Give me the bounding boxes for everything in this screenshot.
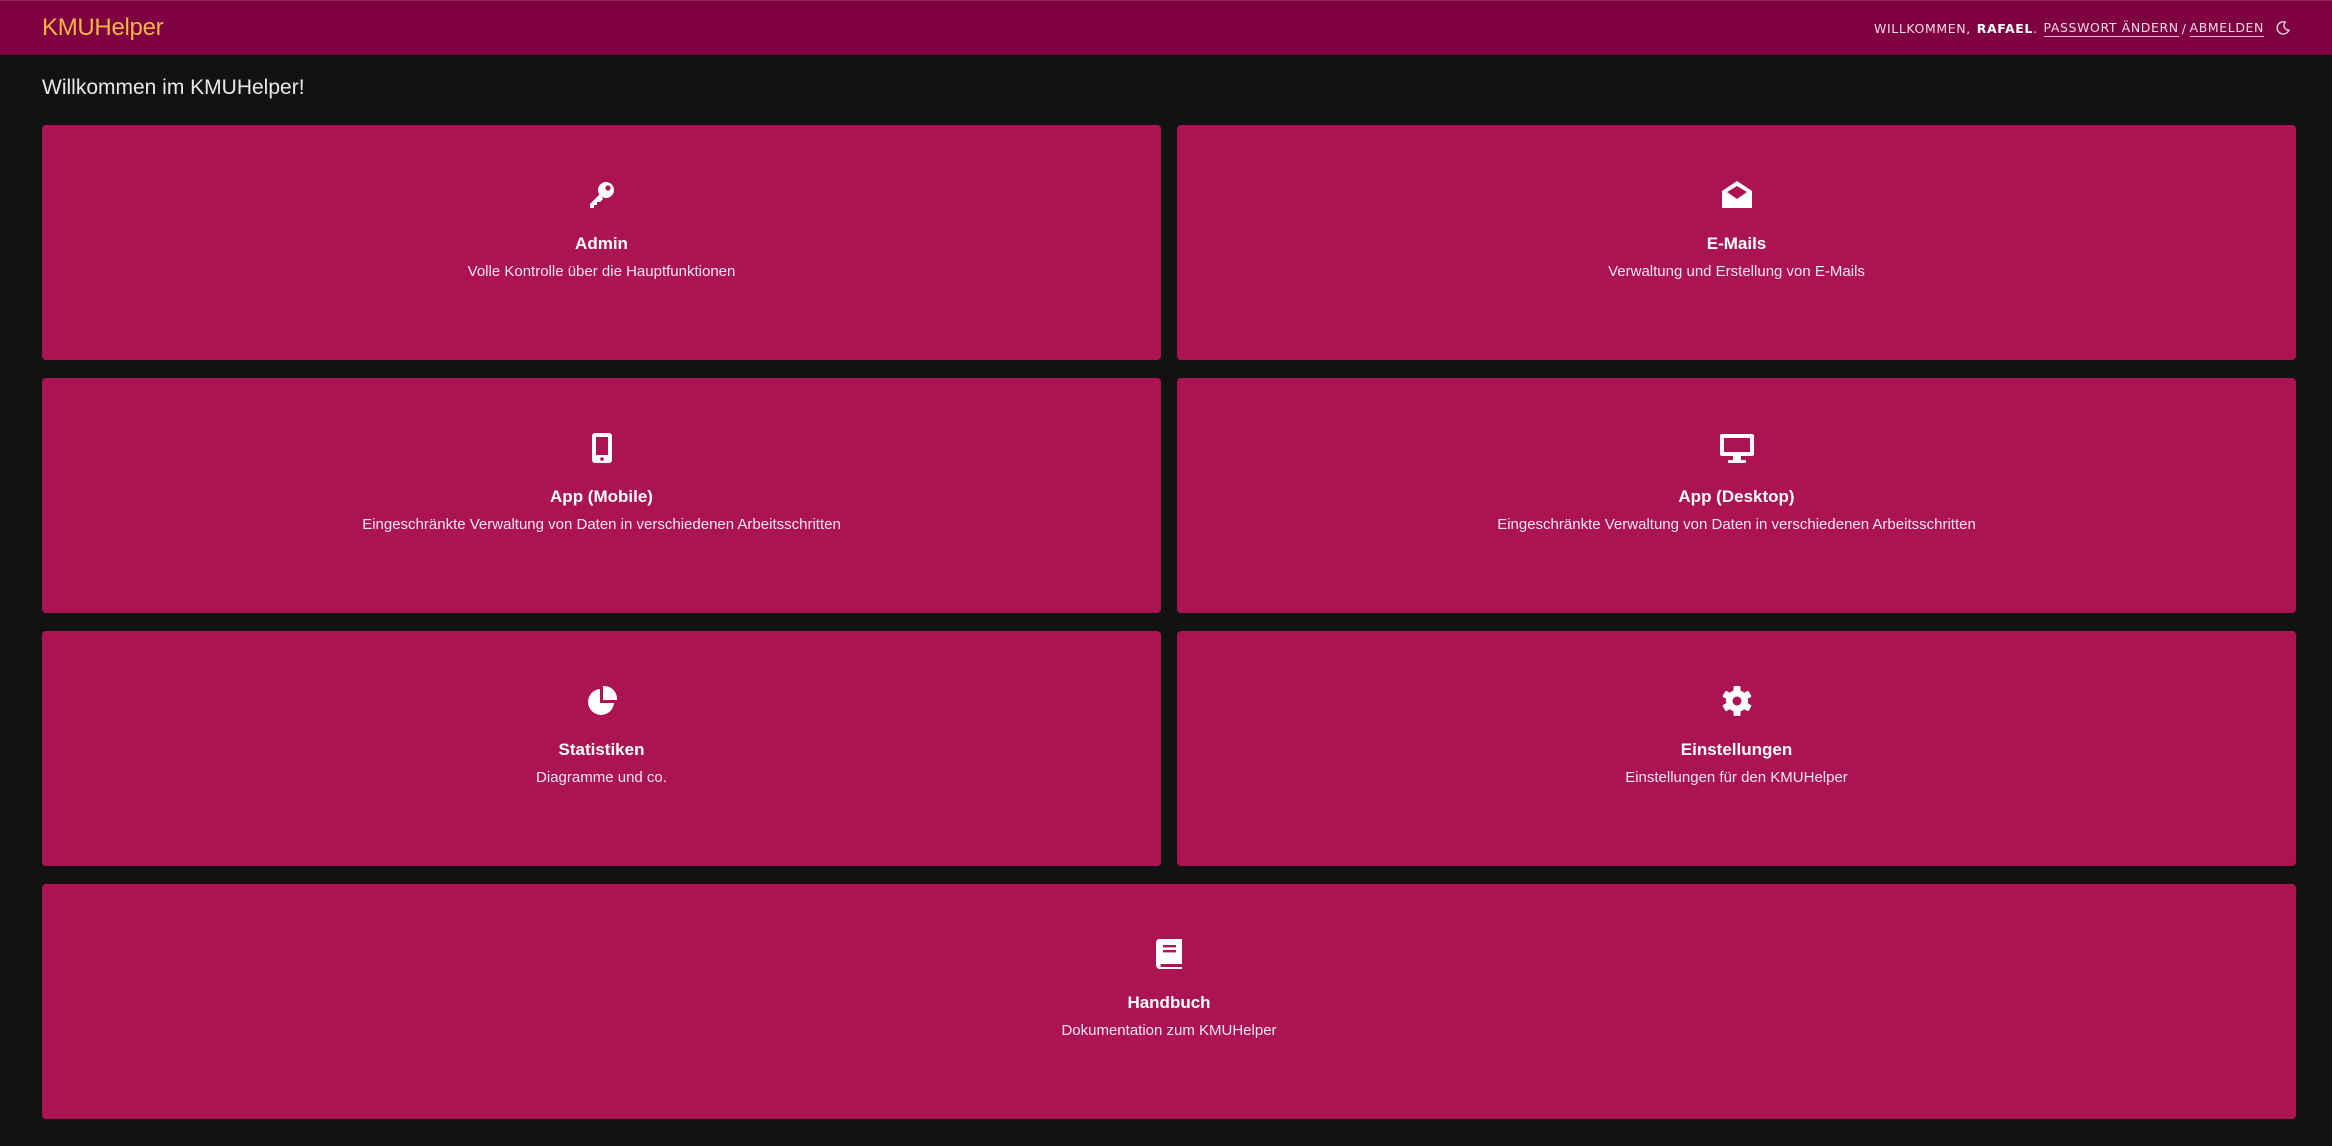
tile-app-desktop[interactable]: App (Desktop) Eingeschränkte Verwaltung … xyxy=(1177,378,2296,613)
username: RAFAEL xyxy=(1976,20,2033,36)
tile-title: Statistiken xyxy=(558,740,645,759)
separator: / xyxy=(2181,20,2187,36)
username-suffix: . xyxy=(2032,20,2038,36)
pie-chart-icon xyxy=(584,683,620,719)
tile-description: Volle Kontrolle über die Hauptfunktionen xyxy=(467,263,736,280)
tile-description: Eingeschränkte Verwaltung von Daten in v… xyxy=(362,516,841,533)
tile-statistiken[interactable]: Statistiken Diagramme und co. xyxy=(42,631,1161,866)
tile-description: Dokumentation zum KMUHelper xyxy=(1061,1022,1277,1039)
tile-description: Eingeschränkte Verwaltung von Daten in v… xyxy=(1497,516,1976,533)
envelope-open-icon xyxy=(1719,177,1755,213)
tile-einstellungen[interactable]: Einstellungen Einstellungen für den KMUH… xyxy=(1177,631,2296,866)
tile-admin[interactable]: Admin Volle Kontrolle über die Hauptfunk… xyxy=(42,125,1161,360)
logout-link[interactable]: ABMELDEN xyxy=(2189,20,2264,37)
tile-description: Diagramme und co. xyxy=(536,769,667,786)
tile-title: App (Desktop) xyxy=(1678,487,1795,506)
tile-description: Einstellungen für den KMUHelper xyxy=(1625,769,1848,786)
tile-title: Admin xyxy=(575,234,628,253)
gear-icon xyxy=(1719,683,1755,719)
user-tools: WILLKOMMEN, RAFAEL . PASSWORT ÄNDERN / A… xyxy=(1874,20,2290,37)
brand-link[interactable]: KMUHelper xyxy=(42,14,164,42)
book-icon xyxy=(1151,936,1187,972)
page-title: Willkommen im KMUHelper! xyxy=(42,76,305,99)
tile-app-mobile[interactable]: App (Mobile) Eingeschränkte Verwaltung v… xyxy=(42,378,1161,613)
desktop-icon xyxy=(1719,430,1755,466)
top-bar: KMUHelper WILLKOMMEN, RAFAEL . PASSWORT … xyxy=(0,0,2332,55)
tile-title: Handbuch xyxy=(1127,993,1211,1012)
tile-handbuch[interactable]: Handbuch Dokumentation zum KMUHelper xyxy=(42,884,2296,1119)
welcome-prefix: WILLKOMMEN, xyxy=(1874,20,1971,36)
tile-title: App (Mobile) xyxy=(550,487,653,506)
tile-title: Einstellungen xyxy=(1680,740,1793,759)
mobile-icon xyxy=(584,430,620,466)
moon-icon[interactable] xyxy=(2276,21,2290,35)
change-password-link[interactable]: PASSWORT ÄNDERN xyxy=(2043,20,2179,37)
tile-emails[interactable]: E-Mails Verwaltung und Erstellung von E-… xyxy=(1177,125,2296,360)
tile-title: E-Mails xyxy=(1706,234,1767,253)
tile-description: Verwaltung und Erstellung von E-Mails xyxy=(1608,263,1865,280)
key-icon xyxy=(584,177,620,213)
